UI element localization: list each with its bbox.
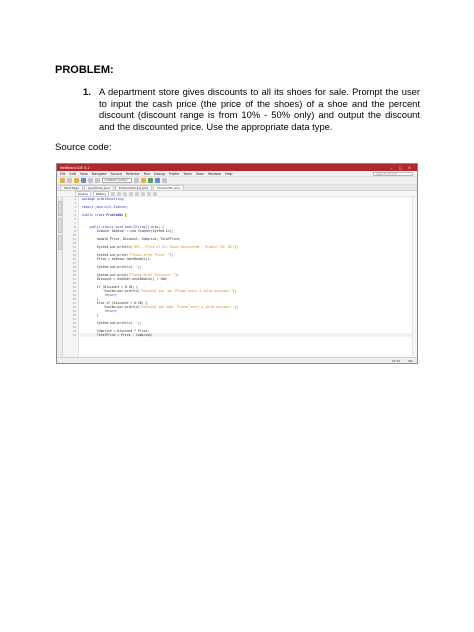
find-icon[interactable] <box>123 191 128 196</box>
problem-number: 1. <box>83 86 91 97</box>
open-project-icon[interactable] <box>74 178 79 183</box>
problem-heading: PROBLEM: <box>55 64 114 76</box>
side-tab-files[interactable] <box>57 218 62 233</box>
menu-tools[interactable]: Tools <box>196 172 204 176</box>
code-editor[interactable]: package problemsolving; import java.util… <box>79 197 412 357</box>
debug-icon[interactable] <box>155 178 160 183</box>
back-icon[interactable] <box>111 191 116 196</box>
redo-icon[interactable] <box>95 178 100 183</box>
source-code-label: Source code: <box>55 142 112 153</box>
side-panel-tabs <box>57 197 63 357</box>
insert-mode: INS <box>408 358 413 363</box>
tab-javashoes[interactable]: JavaShoes.java <box>83 185 114 190</box>
ide-title: NetBeans IDE 8.2 <box>60 165 90 170</box>
shift-right-icon[interactable] <box>141 191 146 196</box>
tab-problemno[interactable]: ProblemNo.java <box>153 185 184 190</box>
cursor-position: 40:35 <box>391 358 401 363</box>
run-icon[interactable] <box>148 178 153 183</box>
menu-file[interactable]: File <box>60 172 66 176</box>
tab-history[interactable]: History <box>92 190 110 197</box>
ide-screenshot: NetBeans IDE 8.2 – □ ✕ File Edit View Na… <box>56 163 418 364</box>
save-all-icon[interactable] <box>81 178 86 183</box>
line-number: 35 <box>72 333 76 337</box>
shift-left-icon[interactable] <box>135 191 140 196</box>
comment-icon[interactable] <box>153 191 158 196</box>
toggle-bookmark-icon[interactable] <box>129 191 134 196</box>
menu-team[interactable]: Team <box>183 172 192 176</box>
menu-help[interactable]: Help <box>225 172 233 176</box>
menu-run[interactable]: Run <box>144 172 150 176</box>
build-icon[interactable] <box>141 178 146 183</box>
ide-titlebar: NetBeans IDE 8.2 – □ ✕ <box>57 164 417 171</box>
side-tab-services[interactable] <box>57 235 62 250</box>
problem-item: 1. A department store gives discounts to… <box>83 86 420 132</box>
close-button[interactable]: ✕ <box>405 166 414 170</box>
line-number-gutter: 1 2 3 4 5 6 7 8 9 10 11 12 13 14 15 16 17 18 19 20 21 22 23 24 2… <box>63 197 79 357</box>
minimize-button[interactable]: – <box>387 166 396 170</box>
forward-icon[interactable] <box>117 191 122 196</box>
code-line-35: TotalPrice = Price - Subprice; <box>79 333 412 337</box>
menu-profile[interactable]: Profile <box>169 172 179 176</box>
menu-source[interactable]: Source <box>111 172 122 176</box>
editor-area: 1 2 3 4 5 6 7 8 9 10 11 12 13 14 15 16 17 18 19 20 21 22 23 24 2… <box>57 197 417 357</box>
maximize-button[interactable]: □ <box>396 166 405 170</box>
clean-build-icon[interactable] <box>134 178 139 183</box>
menu-view[interactable]: View <box>80 172 88 176</box>
ide-statusbar: 40:35 INS <box>57 357 417 363</box>
menu-edit[interactable]: Edit <box>70 172 76 176</box>
menu-debug[interactable]: Debug <box>154 172 165 176</box>
config-select[interactable]: <default config> <box>102 178 132 183</box>
tab-problemsolving[interactable]: ProblemSolving.java <box>114 185 153 190</box>
tab-source[interactable]: Source <box>75 190 91 197</box>
error-stripe <box>412 197 417 357</box>
search-input[interactable]: Search (Ctrl+I) <box>373 171 413 176</box>
problem-text: A department store gives discounts to al… <box>99 86 420 132</box>
menu-refactor[interactable]: Refactor <box>126 172 140 176</box>
new-file-icon[interactable] <box>67 178 72 183</box>
menu-navigate[interactable]: Navigate <box>92 172 107 176</box>
side-tab-projects[interactable] <box>57 201 62 216</box>
menu-window[interactable]: Window <box>208 172 221 176</box>
ide-toolbar: <default config> <box>57 177 417 185</box>
undo-icon[interactable] <box>88 178 93 183</box>
tab-start-page[interactable]: Start Page <box>60 185 83 190</box>
profile-icon[interactable] <box>162 178 167 183</box>
new-project-icon[interactable] <box>60 178 65 183</box>
macro-icon[interactable] <box>147 191 152 196</box>
